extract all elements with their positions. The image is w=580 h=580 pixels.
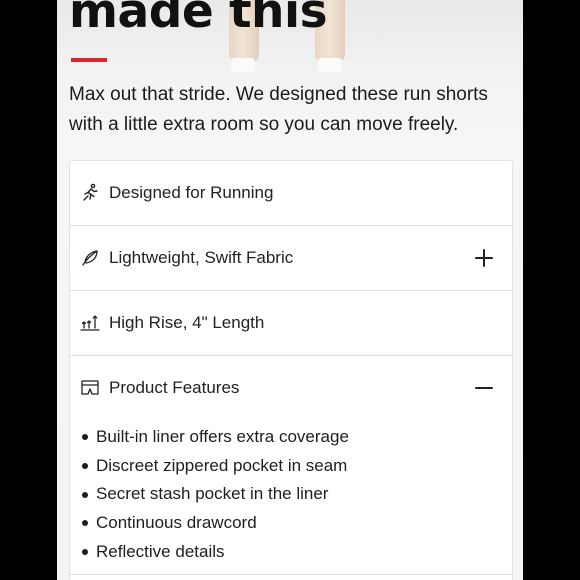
plus-icon[interactable] [474,248,494,268]
bullet-icon [82,520,88,527]
list-item: Secret stash pocket in the liner [82,480,512,509]
details-accordion: Designed for Running Lightweight, Swift … [69,160,513,580]
divider [69,574,511,575]
minus-icon[interactable] [474,378,494,398]
accent-bar [71,58,107,62]
accordion-item-high-rise-length[interactable]: High Rise, 4" Length [70,291,512,356]
accordion-item-lightweight-fabric[interactable]: Lightweight, Swift Fabric [70,226,512,291]
feature-text: Discreet zippered pocket in seam [96,455,348,475]
hero-sock-left [231,58,255,72]
feather-icon [80,248,100,268]
shorts-icon [80,378,100,398]
list-item: Reflective details [82,538,512,567]
accordion-item-designed-for-running[interactable]: Designed for Running [70,161,512,226]
feature-text: Reflective details [96,541,225,561]
product-page: made this Max out that stride. We design… [57,0,523,580]
bullet-icon [82,463,88,470]
list-item: Built-in liner offers extra coverage [82,423,512,452]
accordion-item-label: Designed for Running [109,183,274,202]
bullet-icon [82,434,88,441]
accordion-item-label: High Rise, 4" Length [109,313,265,332]
feature-text: Built-in liner offers extra coverage [96,427,349,446]
bullet-icon [82,491,88,498]
feature-text: Secret stash pocket in the liner [96,484,329,504]
product-features-list: Built-in liner offers extra coverage Dis… [70,420,512,566]
feature-text: Continuous drawcord [96,513,257,533]
intro-text: Max out that stride. We designed these r… [69,84,488,135]
accordion-item-label: Product Features [109,378,240,397]
accordion-item-label: Lightweight, Swift Fabric [109,248,294,267]
list-item: Discreet zippered pocket in seam [82,452,512,481]
bullet-icon [82,549,88,556]
hero-sock-right [318,58,342,72]
page-headline: made this [69,0,328,39]
list-item: Continuous drawcord [82,509,512,538]
accordion-item-product-features[interactable]: Product Features [70,356,512,420]
running-person-icon [80,183,100,203]
rise-length-icon [80,313,100,333]
